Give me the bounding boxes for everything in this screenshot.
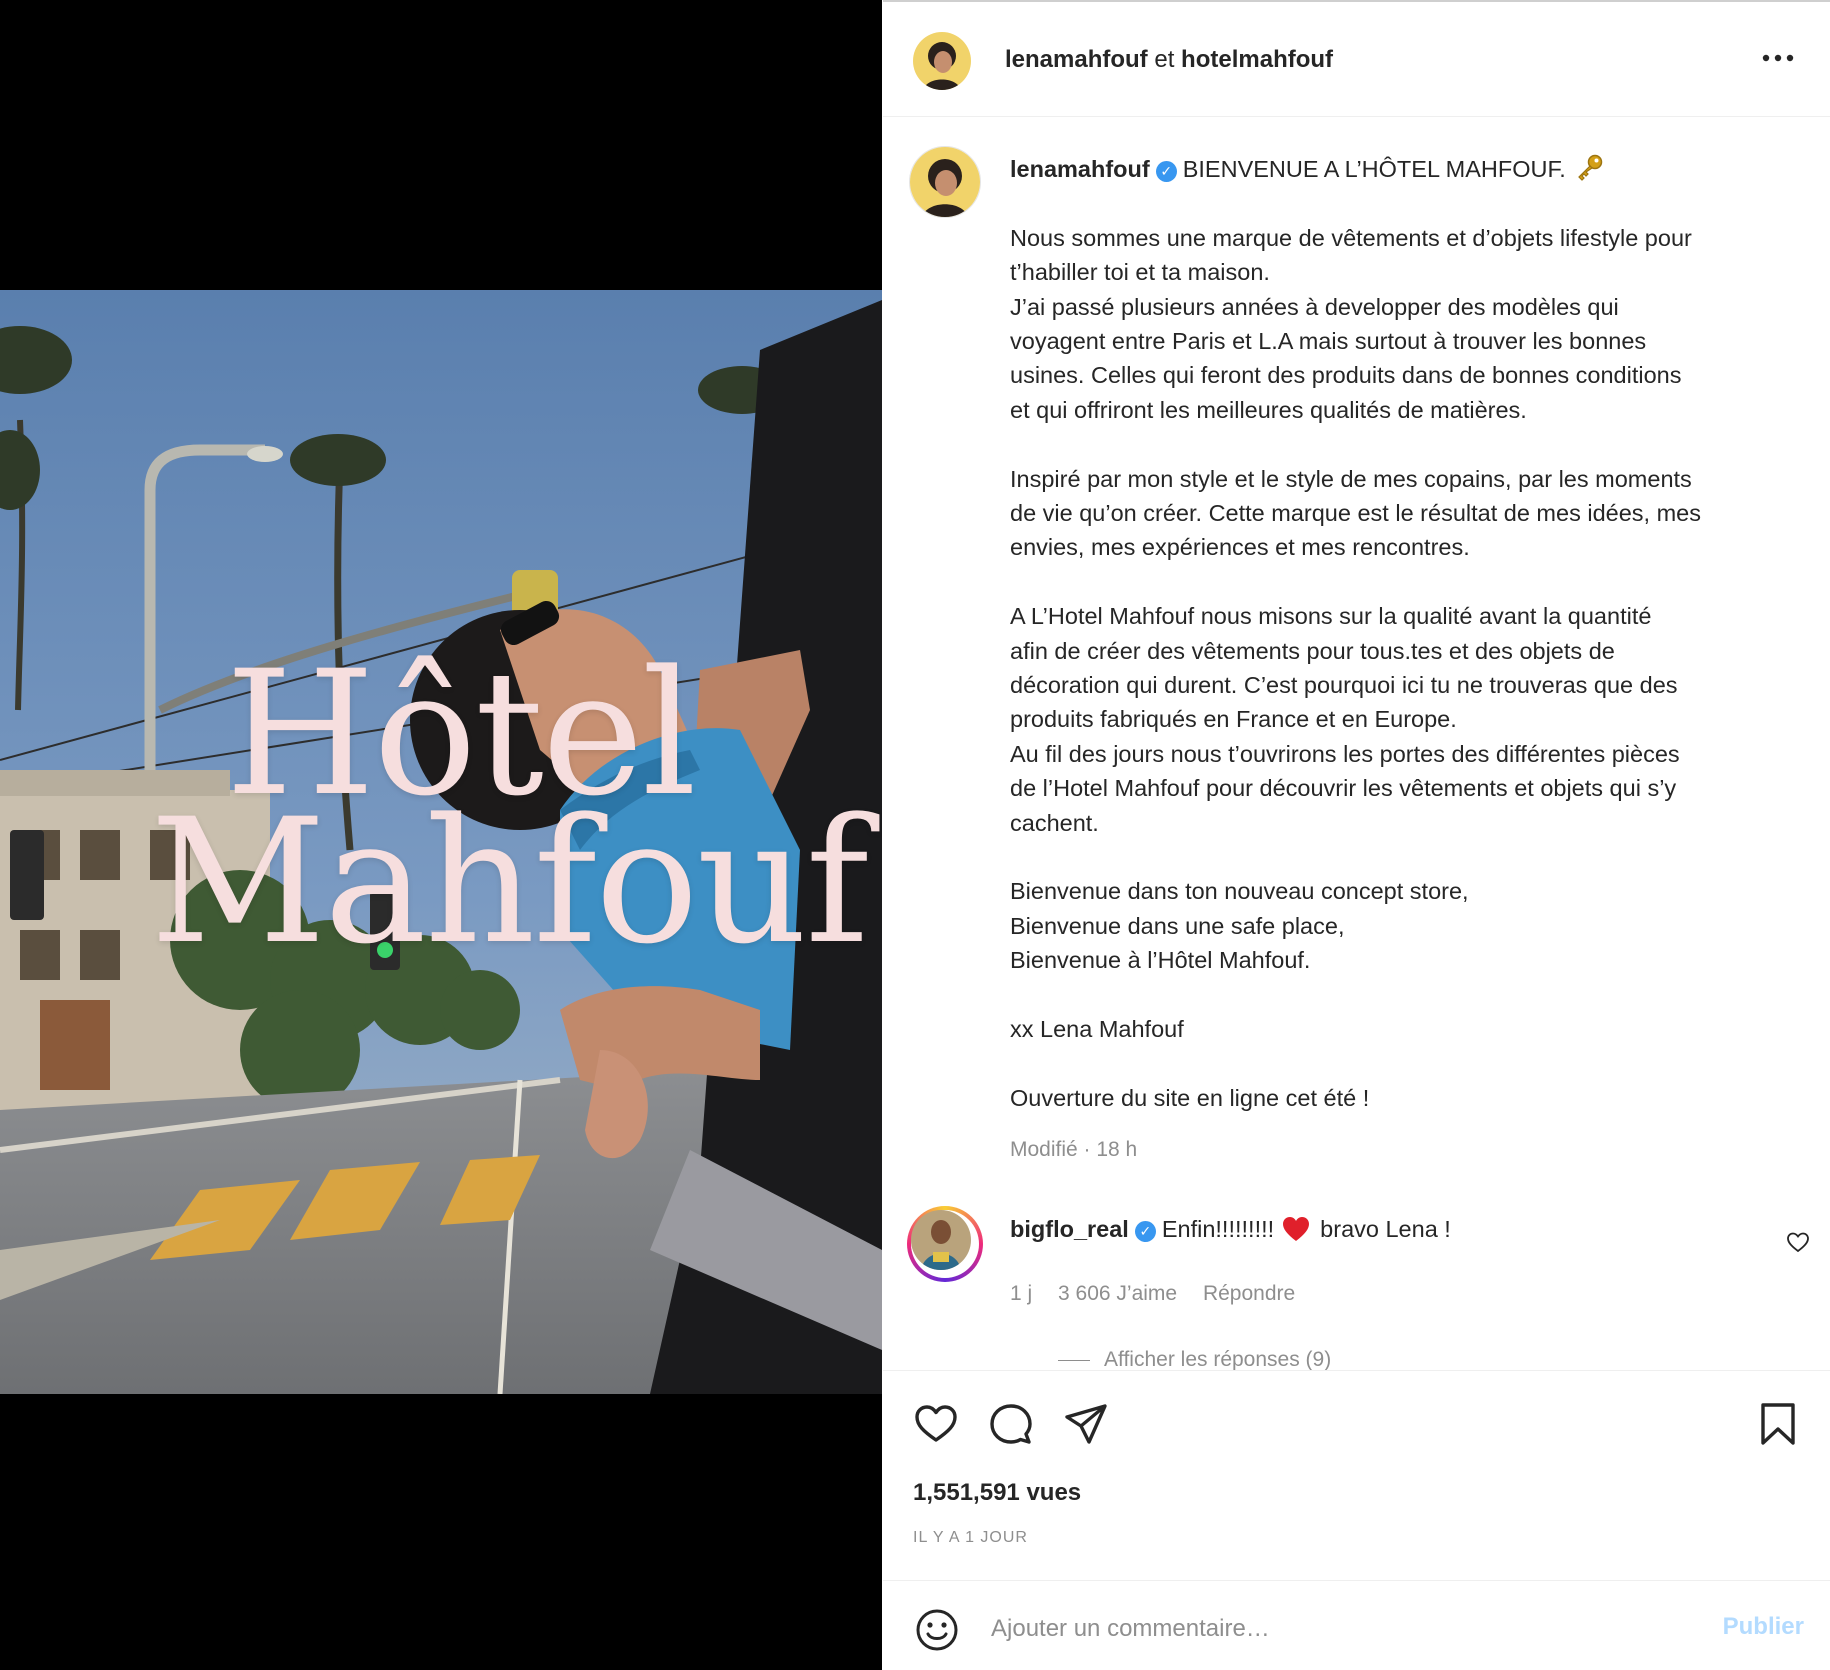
caption-line: Ouverture du site en ligne cet été ! (1010, 1084, 1370, 1111)
caption-author-avatar[interactable] (909, 146, 981, 218)
comment-body: bigflo_real ✓ Enfin!!!!!!!!! bravo Lena ! (1010, 1216, 1451, 1243)
caption-line: de l’Hotel Mahfouf pour découvrir les vê… (1010, 775, 1677, 802)
author-avatar[interactable] (913, 32, 971, 90)
caption-line: voyagent entre Paris et L.A mais surtout… (1010, 328, 1647, 355)
add-comment-bar: Publier (883, 1580, 1830, 1670)
comment-likes[interactable]: 3 606 J’aime (1058, 1282, 1177, 1305)
caption-headline: BIENVENUE A L’HÔTEL MAHFOUF. (1182, 156, 1566, 182)
post-header: lenamahfouf et hotelmahfouf (883, 0, 1830, 117)
emoji-smiley-icon[interactable] (915, 1608, 959, 1652)
caption-line: afin de créer des vêtements pour tous.te… (1010, 637, 1615, 664)
verified-badge-icon: ✓ (1134, 1221, 1156, 1242)
comment-like-heart-icon[interactable] (1786, 1230, 1810, 1254)
author-joiner: et (1154, 46, 1175, 73)
publish-button[interactable]: Publier (1723, 1613, 1804, 1641)
post-actions-bar: 1,551,591 vues IL Y A 1 JOUR (883, 1370, 1830, 1580)
caption-line: Nous sommes une marque de vêtements et d… (1010, 224, 1692, 251)
more-options-button[interactable] (1758, 44, 1798, 72)
key-icon (1577, 154, 1603, 181)
caption-line: de vie qu’on créer. Cette marque est le … (1010, 500, 1701, 527)
header-authors: lenamahfouf et hotelmahfouf (1005, 46, 1333, 74)
more-horizontal-icon (1762, 54, 1794, 62)
caption-line: xx Lena Mahfouf (1010, 1016, 1184, 1043)
caption-paragraph-gap (1010, 565, 1790, 599)
comment-bubble-icon[interactable] (988, 1401, 1034, 1447)
caption-line: t’habiller toi et ta maison. (1010, 259, 1270, 286)
brand-overlay-text: Hôtel Mahfouf (150, 648, 869, 982)
views-count[interactable]: 1,551,591 vues (913, 1479, 1081, 1507)
caption-line: cachent. (1010, 809, 1099, 836)
comment-time: 1 j (1010, 1282, 1033, 1305)
comments-scroll-area[interactable]: lenamahfouf ✓ BIENVENUE A L’HÔTEL MAHFOUF.… (883, 118, 1830, 1370)
commenter-avatar-ring[interactable] (907, 1206, 983, 1282)
caption-line: Bienvenue dans ton nouveau concept store… (1010, 878, 1469, 905)
post-timestamp[interactable]: IL Y A 1 JOUR (913, 1529, 1028, 1547)
caption-line: et qui offriront les meilleures qualités… (1010, 396, 1527, 423)
comment-actions: 1 j 3 606 J’aime Répondre (1010, 1282, 1315, 1306)
bookmark-save-icon[interactable] (1755, 1401, 1801, 1447)
author-username[interactable]: lenamahfouf (1005, 46, 1148, 73)
caption-username[interactable]: lenamahfouf (1010, 156, 1150, 182)
post-media[interactable]: Hôtel Mahfouf (0, 0, 882, 1670)
comment-input[interactable] (989, 1603, 1673, 1655)
caption-line: J’ai passé plusieurs années à developper… (1010, 293, 1619, 320)
post-caption: lenamahfouf ✓ BIENVENUE A L’HÔTEL MAHFOUF.… (1010, 152, 1790, 1115)
comment-text-before: Enfin!!!!!!!!! (1161, 1216, 1275, 1242)
caption-paragraph-gap (1010, 840, 1790, 874)
verified-badge-icon: ✓ (1155, 161, 1177, 182)
caption-line: décoration qui durent. C’est pourquoi ic… (1010, 672, 1678, 699)
caption-headline-line: lenamahfouf ✓ BIENVENUE A L’HÔTEL MAHFOUF. (1010, 152, 1790, 186)
caption-body: Nous sommes une marque de vêtements et d… (1010, 221, 1790, 1115)
caption-paragraph-gap (1010, 978, 1790, 1012)
caption-line: Bienvenue dans une safe place, (1010, 912, 1345, 939)
caption-paragraph-gap (1010, 427, 1790, 461)
caption-line: produits fabriqués en France et en Europ… (1010, 706, 1457, 733)
caption-line: usines. Celles qui feront des produits d… (1010, 362, 1682, 389)
share-send-icon[interactable] (1063, 1401, 1109, 1447)
post-side-panel: lenamahfouf et hotelmahfouf lenamahfouf ✓… (883, 0, 1830, 1670)
comment-reply-button[interactable]: Répondre (1203, 1282, 1295, 1305)
caption-line: envies, mes expériences et mes rencontre… (1010, 534, 1470, 561)
view-replies-button[interactable]: Afficher les réponses (9) (1058, 1348, 1331, 1370)
caption-line: Bienvenue à l’Hôtel Mahfouf. (1010, 947, 1311, 974)
red-heart-icon (1283, 1217, 1310, 1241)
commenter-avatar[interactable] (911, 1210, 971, 1270)
commenter-username[interactable]: bigflo_real (1010, 1216, 1129, 1242)
post-image: Hôtel Mahfouf (0, 290, 882, 1394)
caption-line: Au fil des jours nous t’ouvrirons les po… (1010, 740, 1680, 767)
brand-line-2: Mahfouf (150, 780, 869, 982)
caption-paragraph-gap (1010, 1046, 1790, 1080)
like-heart-icon[interactable] (913, 1401, 959, 1447)
caption-meta: Modifié · 18 h (1010, 1138, 1138, 1161)
comment-text-after: bravo Lena ! (1320, 1216, 1451, 1242)
caption-line: A L’Hotel Mahfouf nous misons sur la qua… (1010, 603, 1652, 630)
caption-line: Inspiré par mon style et le style de mes… (1010, 465, 1692, 492)
coauthor-username[interactable]: hotelmahfouf (1181, 46, 1333, 73)
